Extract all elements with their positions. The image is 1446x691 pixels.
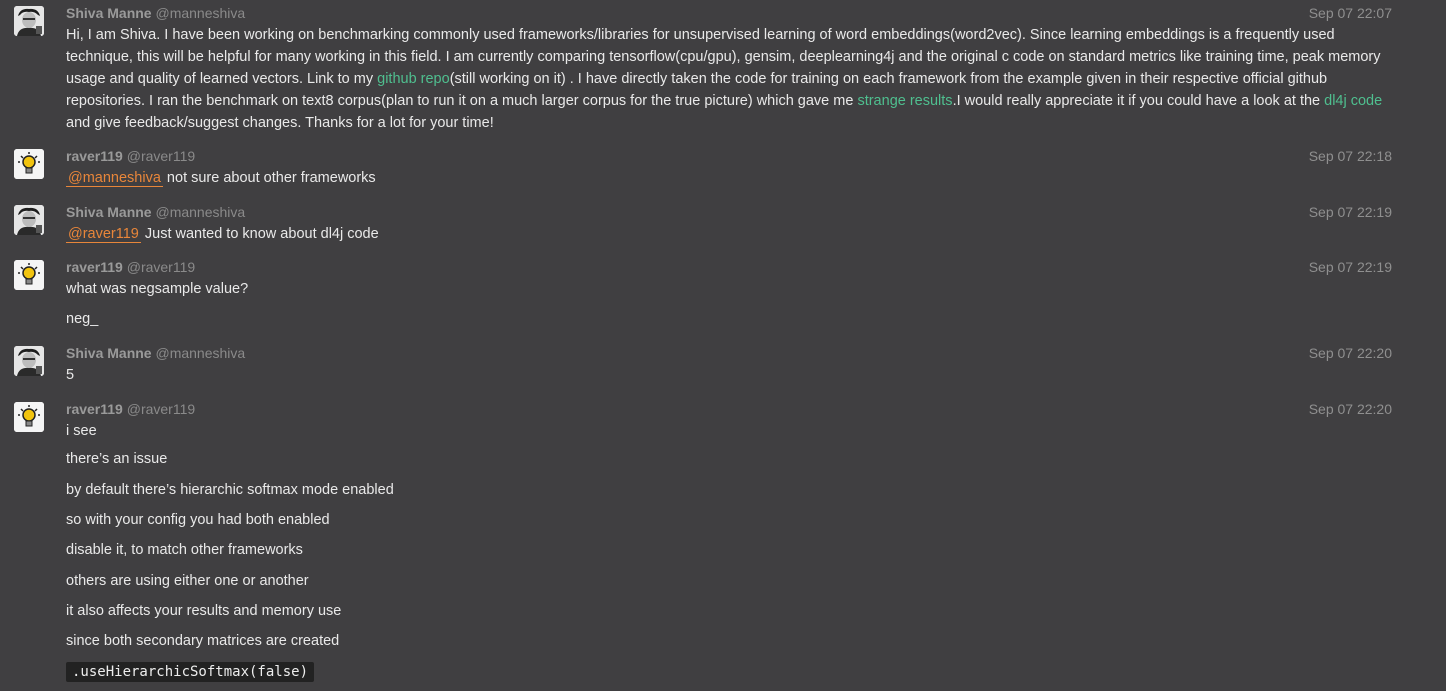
message-meta: raver119 @raver119 <box>66 259 195 275</box>
user-mention[interactable]: @manneshiva <box>66 170 163 187</box>
message-timestamp[interactable]: Sep 07 22:20 <box>1309 345 1392 361</box>
message-text: there’s an issue <box>66 451 168 467</box>
text-segment: Just wanted to know about dl4j code <box>140 226 379 242</box>
message-text: since both secondary matrices are create… <box>66 633 340 649</box>
dl4j-code-link[interactable]: dl4j code <box>1324 93 1382 109</box>
author-name[interactable]: Shiva Manne <box>66 345 152 361</box>
message-meta: Shiva Manne @manneshiva <box>66 204 245 220</box>
message-text: Hi, I am Shiva. I have been working on b… <box>66 24 1396 134</box>
author-name[interactable]: raver119 <box>66 401 123 417</box>
message-timestamp[interactable]: Sep 07 22:19 <box>1309 204 1392 220</box>
github-repo-link[interactable]: github repo <box>377 71 450 87</box>
message-meta: raver119 @raver119 <box>66 401 195 417</box>
message-meta: Shiva Manne @manneshiva <box>66 5 245 21</box>
user-avatar-icon[interactable] <box>14 6 44 36</box>
message-text: it also affects your results and memory … <box>66 603 342 619</box>
strange-results-link[interactable]: strange results <box>857 93 952 109</box>
message-timestamp[interactable]: Sep 07 22:20 <box>1309 401 1392 417</box>
text-segment: and give feedback/suggest changes. Thank… <box>66 115 494 131</box>
lightbulb-avatar-icon[interactable] <box>14 149 44 179</box>
author-handle[interactable]: @raver119 <box>127 259 195 275</box>
author-name[interactable]: Shiva Manne <box>66 204 152 220</box>
user-mention[interactable]: @raver119 <box>66 226 141 243</box>
author-handle[interactable]: @manneshiva <box>155 204 245 220</box>
message-timestamp[interactable]: Sep 07 22:18 <box>1309 148 1392 164</box>
message-text: disable it, to match other frameworks <box>66 542 303 558</box>
author-name[interactable]: raver119 <box>66 259 123 275</box>
message-text: @raver119 Just wanted to know about dl4j… <box>66 226 379 243</box>
message-meta: raver119 @raver119 <box>66 148 195 164</box>
lightbulb-avatar-icon[interactable] <box>14 260 44 290</box>
text-segment: .I would really appreciate it if you cou… <box>952 93 1325 109</box>
message-meta: Shiva Manne @manneshiva <box>66 345 245 361</box>
message-text: others are using either one or another <box>66 573 309 589</box>
message-text: by default there’s hierarchic softmax mo… <box>66 482 394 498</box>
message-timestamp[interactable]: Sep 07 22:07 <box>1309 5 1392 21</box>
author-name[interactable]: raver119 <box>66 148 123 164</box>
lightbulb-avatar-icon[interactable] <box>14 402 44 432</box>
message-text: neg_ <box>66 311 99 327</box>
author-handle[interactable]: @raver119 <box>127 401 195 417</box>
user-avatar-icon[interactable] <box>14 346 44 376</box>
message-text: so with your config you had both enabled <box>66 512 330 528</box>
message-text: 5 <box>66 367 75 383</box>
author-handle[interactable]: @manneshiva <box>155 5 245 21</box>
author-handle[interactable]: @manneshiva <box>155 345 245 361</box>
message-timestamp[interactable]: Sep 07 22:19 <box>1309 259 1392 275</box>
author-handle[interactable]: @raver119 <box>127 148 195 164</box>
author-name[interactable]: Shiva Manne <box>66 5 152 21</box>
message-text: i see <box>66 423 97 439</box>
message-text: @manneshiva not sure about other framewo… <box>66 170 376 187</box>
message-text: what was negsample value? <box>66 281 249 297</box>
text-segment: not sure about other frameworks <box>162 170 376 186</box>
user-avatar-icon[interactable] <box>14 205 44 235</box>
code-snippet: .useHierarchicSoftmax(false) <box>66 662 315 682</box>
